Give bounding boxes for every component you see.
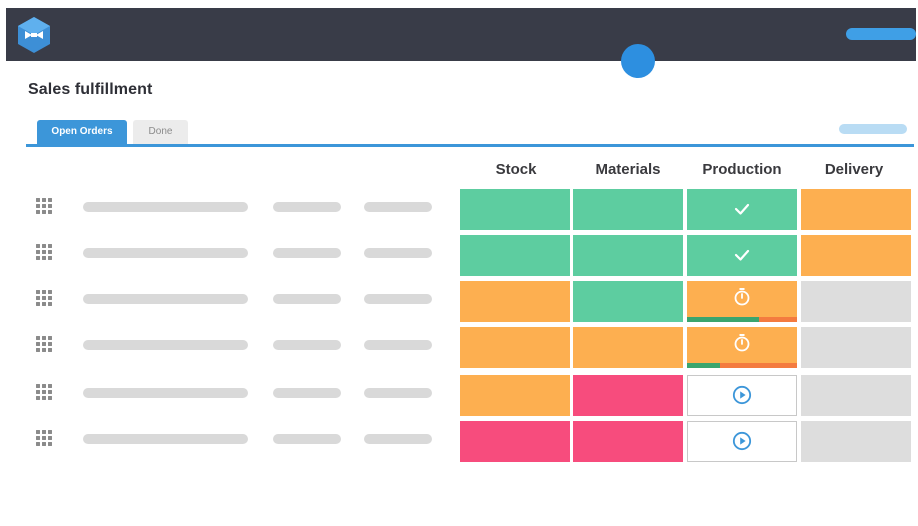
cursor-indicator-dot <box>621 44 655 78</box>
order-field-placeholder-1 <box>83 294 248 304</box>
delivery-status-cell[interactable] <box>801 189 911 230</box>
delivery-status-cell[interactable] <box>801 421 911 462</box>
order-field-placeholder-3 <box>364 294 432 304</box>
production-status-cell[interactable] <box>687 421 797 462</box>
order-field-placeholder-1 <box>83 248 248 258</box>
drag-handle-icon[interactable] <box>36 336 54 354</box>
tab-open-orders[interactable]: Open Orders <box>37 120 127 144</box>
production-progress-bar <box>687 363 797 368</box>
column-header-production[interactable]: Production <box>686 161 798 178</box>
drag-handle-icon[interactable] <box>36 384 54 402</box>
materials-status-cell[interactable] <box>573 375 683 416</box>
order-field-placeholder-1 <box>83 388 248 398</box>
stopwatch-icon <box>732 333 752 353</box>
order-field-placeholder-1 <box>83 340 248 350</box>
column-header-delivery[interactable]: Delivery <box>798 161 910 178</box>
app-logo-icon[interactable] <box>18 17 50 53</box>
production-progress-fill <box>687 363 720 368</box>
table-row[interactable] <box>0 327 918 373</box>
drag-handle-icon[interactable] <box>36 430 54 448</box>
stock-status-cell[interactable] <box>460 281 570 322</box>
tab-underline <box>26 144 914 147</box>
user-menu-placeholder[interactable] <box>846 28 916 40</box>
stopwatch-icon <box>732 287 752 307</box>
order-field-placeholder-3 <box>364 340 432 350</box>
production-status-cell[interactable] <box>687 189 797 230</box>
stock-status-cell[interactable] <box>460 421 570 462</box>
column-header-stock[interactable]: Stock <box>460 161 572 178</box>
materials-status-cell[interactable] <box>573 281 683 322</box>
top-navigation-bar <box>6 8 916 61</box>
materials-status-cell[interactable] <box>573 235 683 276</box>
table-row[interactable] <box>0 281 918 327</box>
table-row[interactable] <box>0 421 918 467</box>
page-title: Sales fulfillment <box>28 81 153 98</box>
order-field-placeholder-1 <box>83 202 248 212</box>
play-icon[interactable] <box>732 385 752 405</box>
order-field-placeholder-1 <box>83 434 248 444</box>
drag-handle-icon[interactable] <box>36 244 54 262</box>
order-field-placeholder-3 <box>364 434 432 444</box>
order-field-placeholder-2 <box>273 202 341 212</box>
materials-status-cell[interactable] <box>573 421 683 462</box>
stock-status-cell[interactable] <box>460 375 570 416</box>
delivery-status-cell[interactable] <box>801 327 911 368</box>
order-field-placeholder-2 <box>273 434 341 444</box>
stock-status-cell[interactable] <box>460 235 570 276</box>
order-field-placeholder-2 <box>273 248 341 258</box>
delivery-status-cell[interactable] <box>801 281 911 322</box>
check-icon <box>732 245 752 265</box>
play-icon[interactable] <box>732 431 752 451</box>
stock-status-cell[interactable] <box>460 189 570 230</box>
order-field-placeholder-3 <box>364 202 432 212</box>
production-progress-bar <box>687 317 797 322</box>
order-field-placeholder-2 <box>273 294 341 304</box>
order-field-placeholder-3 <box>364 248 432 258</box>
production-status-cell[interactable] <box>687 235 797 276</box>
column-header-materials[interactable]: Materials <box>572 161 684 178</box>
order-field-placeholder-2 <box>273 340 341 350</box>
delivery-status-cell[interactable] <box>801 235 911 276</box>
toolbar-action-placeholder[interactable] <box>839 124 907 134</box>
check-icon <box>732 199 752 219</box>
materials-status-cell[interactable] <box>573 189 683 230</box>
production-status-cell[interactable] <box>687 327 797 368</box>
table-row[interactable] <box>0 235 918 281</box>
drag-handle-icon[interactable] <box>36 290 54 308</box>
production-progress-fill <box>687 317 759 322</box>
order-field-placeholder-3 <box>364 388 432 398</box>
delivery-status-cell[interactable] <box>801 375 911 416</box>
drag-handle-icon[interactable] <box>36 198 54 216</box>
table-row[interactable] <box>0 189 918 235</box>
stock-status-cell[interactable] <box>460 327 570 368</box>
tab-done[interactable]: Done <box>133 120 188 144</box>
order-field-placeholder-2 <box>273 388 341 398</box>
production-status-cell[interactable] <box>687 375 797 416</box>
materials-status-cell[interactable] <box>573 327 683 368</box>
production-status-cell[interactable] <box>687 281 797 322</box>
table-row[interactable] <box>0 375 918 421</box>
